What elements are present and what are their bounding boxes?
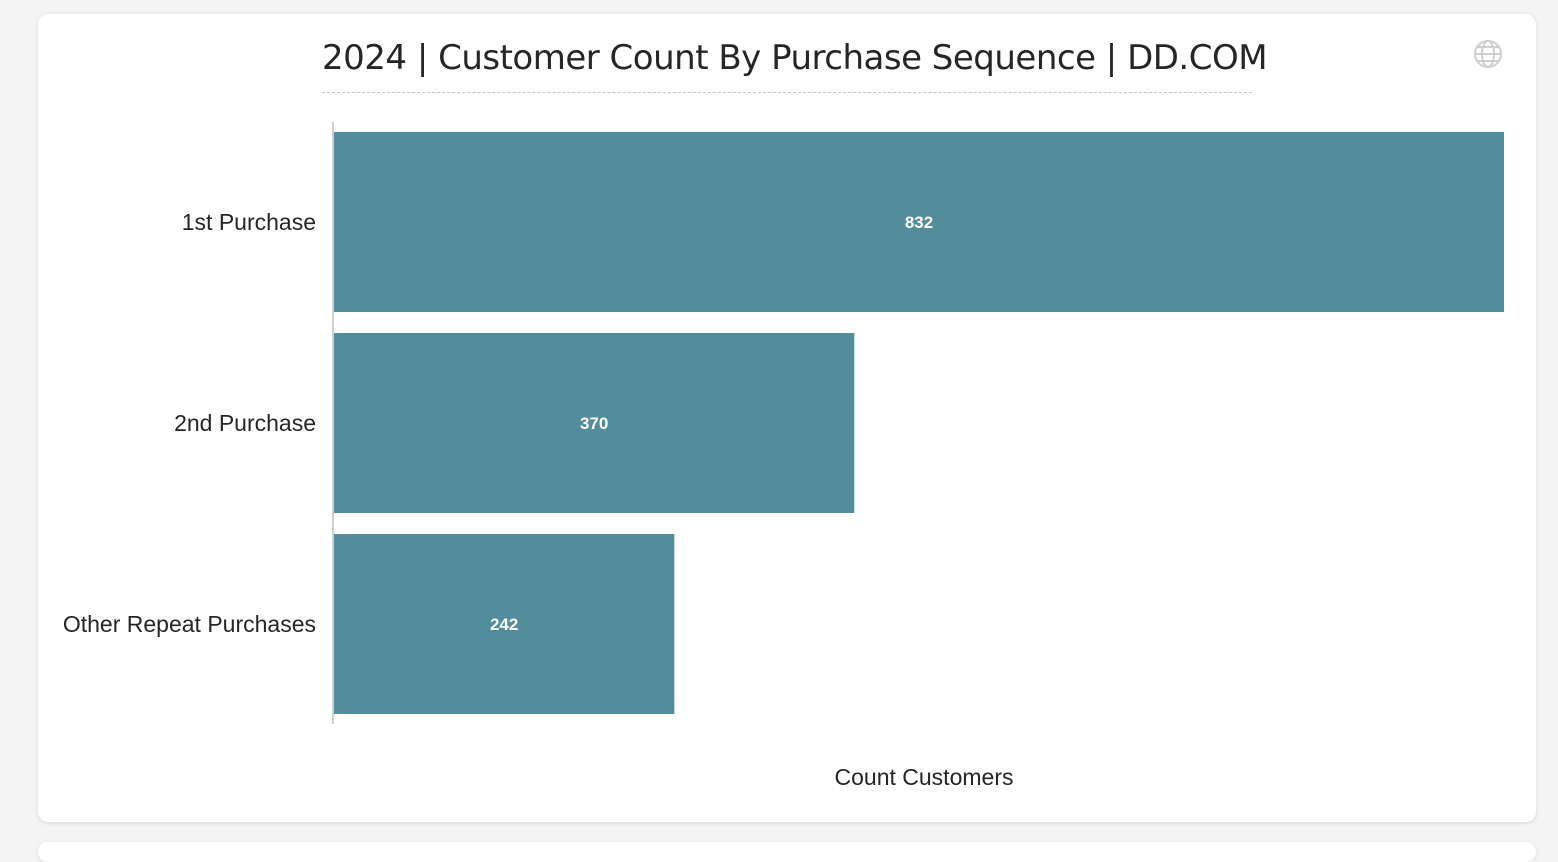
category-label: 2nd Purchase [174, 410, 316, 436]
category-label: Other Repeat Purchases [63, 611, 316, 637]
x-axis-title: Count Customers [834, 764, 1014, 790]
bar-value-label: 370 [580, 414, 608, 433]
bar-value-label: 242 [490, 615, 518, 634]
bar-chart: 832 1st Purchase 370 2nd Purchase 242 Other R… [63, 122, 1504, 724]
category-label: 1st Purchase [182, 209, 316, 235]
bar-value-label: 832 [905, 213, 933, 232]
